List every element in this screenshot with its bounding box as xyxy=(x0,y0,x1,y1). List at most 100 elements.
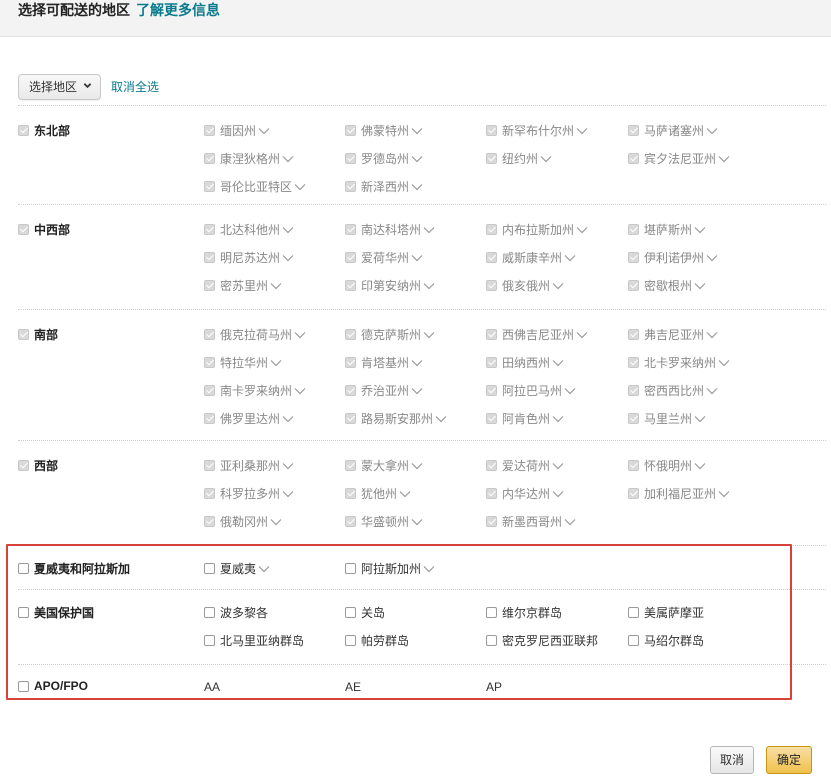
checkbox-checked[interactable] xyxy=(18,224,29,235)
checkbox[interactable] xyxy=(345,357,356,368)
state-item[interactable]: 阿肯色州 xyxy=(486,410,564,427)
chevron-down-icon[interactable] xyxy=(435,415,447,423)
checkbox[interactable] xyxy=(345,413,356,424)
state-item[interactable]: 伊利诺伊州 xyxy=(628,249,718,266)
state-item[interactable]: 加利福尼亚州 xyxy=(628,485,730,502)
state-item[interactable]: 爱荷华州 xyxy=(345,249,423,266)
chevron-down-icon[interactable] xyxy=(706,127,718,135)
checkbox[interactable] xyxy=(628,357,639,368)
state-item[interactable]: 威斯康辛州 xyxy=(486,249,576,266)
chevron-down-icon[interactable] xyxy=(718,359,730,367)
checkbox[interactable] xyxy=(486,488,497,499)
chevron-down-icon[interactable] xyxy=(694,282,706,290)
chevron-down-icon[interactable] xyxy=(540,155,552,163)
state-item[interactable]: 西佛吉尼亚州 xyxy=(486,326,588,343)
chevron-down-icon[interactable] xyxy=(706,387,718,395)
chevron-down-icon[interactable] xyxy=(718,155,730,163)
checkbox[interactable] xyxy=(204,488,215,499)
checkbox-checked[interactable] xyxy=(18,329,29,340)
checkbox[interactable] xyxy=(486,153,497,164)
checkbox[interactable] xyxy=(486,385,497,396)
state-item[interactable]: 南卡罗来纳州 xyxy=(204,382,306,399)
state-item[interactable]: 亚利桑那州 xyxy=(204,457,294,474)
state-item[interactable]: 缅因州 xyxy=(204,122,270,139)
chevron-down-icon[interactable] xyxy=(294,331,306,339)
state-item[interactable]: 特拉华州 xyxy=(204,354,282,371)
checkbox[interactable] xyxy=(345,181,356,192)
chevron-down-icon[interactable] xyxy=(576,127,588,135)
chevron-down-icon[interactable] xyxy=(411,462,423,470)
checkbox[interactable] xyxy=(486,329,497,340)
state-item[interactable]: 爱达荷州 xyxy=(486,457,564,474)
chevron-down-icon[interactable] xyxy=(694,226,706,234)
state-item[interactable]: 怀俄明州 xyxy=(628,457,706,474)
chevron-down-icon[interactable] xyxy=(423,331,435,339)
chevron-down-icon[interactable] xyxy=(411,155,423,163)
checkbox[interactable] xyxy=(204,516,215,527)
state-item[interactable]: 肯塔基州 xyxy=(345,354,423,371)
chevron-down-icon[interactable] xyxy=(694,462,706,470)
state-item[interactable]: 路易斯安那州 xyxy=(345,410,447,427)
region-west-checkbox[interactable]: 西部 xyxy=(18,457,58,474)
state-item[interactable]: 俄勒冈州 xyxy=(204,513,282,530)
state-item[interactable]: 科罗拉多州 xyxy=(204,485,294,502)
checkbox[interactable] xyxy=(204,329,215,340)
checkbox[interactable] xyxy=(486,252,497,263)
chevron-down-icon[interactable] xyxy=(694,415,706,423)
chevron-down-icon[interactable] xyxy=(282,254,294,262)
checkbox[interactable] xyxy=(204,357,215,368)
region-northeast-checkbox[interactable]: 东北部 xyxy=(18,122,70,139)
checkbox[interactable] xyxy=(628,329,639,340)
checkbox[interactable] xyxy=(345,329,356,340)
state-item[interactable]: 俄亥俄州 xyxy=(486,277,564,294)
checkbox[interactable] xyxy=(628,224,639,235)
region-select[interactable]: 选择地区 xyxy=(18,74,101,100)
chevron-down-icon[interactable] xyxy=(423,282,435,290)
checkbox[interactable] xyxy=(628,252,639,263)
chevron-down-icon[interactable] xyxy=(552,462,564,470)
chevron-down-icon[interactable] xyxy=(564,518,576,526)
checkbox[interactable] xyxy=(628,460,639,471)
checkbox[interactable] xyxy=(345,125,356,136)
deselect-all-link[interactable]: 取消全选 xyxy=(111,78,159,95)
state-item[interactable]: 印第安纳州 xyxy=(345,277,435,294)
checkbox[interactable] xyxy=(345,252,356,263)
checkbox[interactable] xyxy=(628,153,639,164)
checkbox[interactable] xyxy=(486,413,497,424)
chevron-down-icon[interactable] xyxy=(718,490,730,498)
state-item[interactable]: 新罕布什尔州 xyxy=(486,122,588,139)
checkbox[interactable] xyxy=(204,460,215,471)
state-item[interactable]: 罗德岛州 xyxy=(345,150,423,167)
state-item[interactable]: 弗吉尼亚州 xyxy=(628,326,718,343)
state-item[interactable]: 佛罗里达州 xyxy=(204,410,294,427)
state-item[interactable]: 阿拉巴马州 xyxy=(486,382,576,399)
chevron-down-icon[interactable] xyxy=(282,155,294,163)
checkbox[interactable] xyxy=(204,125,215,136)
state-item[interactable]: 田纳西州 xyxy=(486,354,564,371)
chevron-down-icon[interactable] xyxy=(423,226,435,234)
checkbox[interactable] xyxy=(204,224,215,235)
checkbox[interactable] xyxy=(345,280,356,291)
state-item[interactable]: 佛蒙特州 xyxy=(345,122,423,139)
chevron-down-icon[interactable] xyxy=(294,183,306,191)
checkbox[interactable] xyxy=(204,181,215,192)
checkbox[interactable] xyxy=(486,280,497,291)
chevron-down-icon[interactable] xyxy=(552,359,564,367)
state-item[interactable]: 康涅狄格州 xyxy=(204,150,294,167)
chevron-down-icon[interactable] xyxy=(411,127,423,135)
confirm-button[interactable]: 确定 xyxy=(766,746,812,774)
checkbox[interactable] xyxy=(345,385,356,396)
checkbox[interactable] xyxy=(204,280,215,291)
state-item[interactable]: 密歇根州 xyxy=(628,277,706,294)
checkbox[interactable] xyxy=(628,385,639,396)
region-midwest-checkbox[interactable]: 中西部 xyxy=(18,221,70,238)
state-item[interactable]: 乔治亚州 xyxy=(345,382,423,399)
state-item[interactable]: 密苏里州 xyxy=(204,277,282,294)
chevron-down-icon[interactable] xyxy=(411,359,423,367)
chevron-down-icon[interactable] xyxy=(294,387,306,395)
state-item[interactable]: 华盛顿州 xyxy=(345,513,423,530)
checkbox[interactable] xyxy=(204,385,215,396)
cancel-button[interactable]: 取消 xyxy=(710,746,754,774)
chevron-down-icon[interactable] xyxy=(282,226,294,234)
checkbox[interactable] xyxy=(345,224,356,235)
